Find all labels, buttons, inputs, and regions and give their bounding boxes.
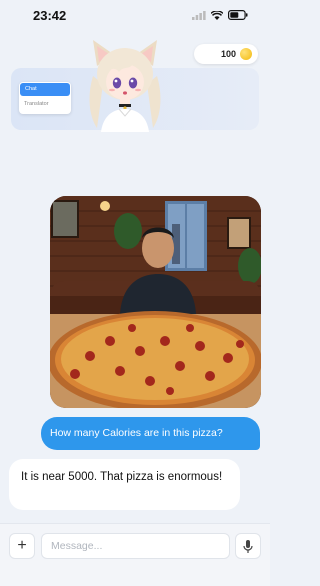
mode-translator[interactable]: Translator <box>19 97 71 112</box>
status-bar: 23:42 <box>0 0 270 30</box>
assistant-message: It is near 5000. That pizza is enormous! <box>9 459 240 510</box>
voice-input-button[interactable] <box>235 533 261 559</box>
user-message: How many Calories are in this pizza? <box>41 417 260 450</box>
message-input[interactable] <box>41 533 230 559</box>
anime-cat-girl-avatar <box>89 40 161 132</box>
plus-icon: + <box>17 537 27 554</box>
pizza-photo[interactable] <box>50 196 261 408</box>
status-icons <box>192 10 248 20</box>
coin-icon <box>240 48 252 60</box>
coin-count: 100 <box>220 49 236 59</box>
add-attachment-button[interactable]: + <box>9 533 35 559</box>
status-time: 23:42 <box>33 8 67 23</box>
composer-bar: + <box>0 523 270 586</box>
microphone-icon <box>243 539 253 553</box>
mode-chat[interactable]: Chat <box>20 83 70 96</box>
coin-balance[interactable]: 100 <box>194 44 258 64</box>
wifi-icon <box>211 10 223 20</box>
battery-icon <box>228 10 248 20</box>
mode-menu: Chat Translator <box>19 82 71 114</box>
signal-icon <box>192 10 206 20</box>
